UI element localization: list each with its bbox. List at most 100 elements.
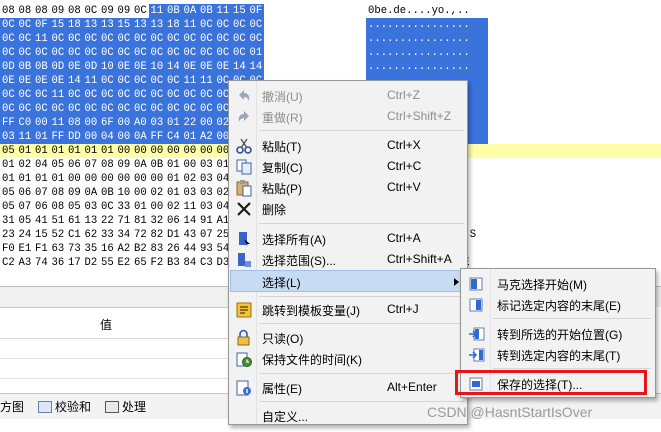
- hex-byte[interactable]: 22: [99, 214, 116, 228]
- hex-byte[interactable]: 0B: [99, 186, 116, 200]
- hex-byte[interactable]: 0C: [148, 88, 165, 102]
- hex-byte[interactable]: 0C: [148, 32, 165, 46]
- hex-byte[interactable]: 06: [66, 158, 83, 172]
- menu-item-cut[interactable]: 粘贴(T) Ctrl+X: [231, 135, 465, 156]
- hex-byte[interactable]: 0C: [198, 88, 215, 102]
- hex-byte[interactable]: 0C: [247, 32, 264, 46]
- hex-byte[interactable]: 52: [50, 228, 67, 242]
- hex-byte[interactable]: 81: [132, 214, 149, 228]
- hex-byte[interactable]: D2: [83, 256, 100, 270]
- hex-byte[interactable]: 0E: [16, 74, 33, 88]
- hex-byte[interactable]: 00: [82, 116, 99, 130]
- hex-byte[interactable]: 09: [116, 158, 133, 172]
- hex-byte[interactable]: 0C: [214, 32, 231, 46]
- menu-item-properties[interactable]: 属性(E) Alt+Enter: [231, 377, 465, 398]
- hex-byte[interactable]: 93: [198, 242, 215, 256]
- hex-byte[interactable]: 74: [33, 256, 50, 270]
- hex-byte[interactable]: 08: [66, 4, 83, 18]
- menu-item-keep-file-time[interactable]: 保持文件的时间(K): [231, 348, 465, 369]
- hex-byte[interactable]: 10: [116, 186, 133, 200]
- hex-byte[interactable]: 00: [149, 172, 166, 186]
- hex-byte[interactable]: 01: [49, 144, 66, 158]
- hex-byte[interactable]: 14: [231, 60, 248, 74]
- hex-byte[interactable]: 01: [165, 172, 182, 186]
- hex-byte[interactable]: 0E: [198, 60, 215, 74]
- hex-byte[interactable]: 11: [148, 4, 165, 18]
- hex-byte[interactable]: 0C: [99, 74, 116, 88]
- hex-byte[interactable]: 00: [132, 172, 149, 186]
- hex-byte[interactable]: 03: [182, 186, 199, 200]
- hex-byte[interactable]: 01: [165, 186, 182, 200]
- hex-byte[interactable]: 08: [33, 4, 50, 18]
- hex-byte[interactable]: 01: [0, 172, 17, 186]
- hex-byte[interactable]: 0C: [181, 32, 198, 46]
- hex-byte[interactable]: 0C: [198, 18, 215, 32]
- hex-byte[interactable]: 11: [198, 74, 215, 88]
- hex-byte[interactable]: 0C: [99, 102, 116, 116]
- hex-byte[interactable]: 08: [99, 158, 116, 172]
- submenu-item-mark-end[interactable]: 标记选定内容的末尾(E): [463, 294, 653, 315]
- hex-byte[interactable]: 0C: [49, 102, 66, 116]
- hex-byte[interactable]: 01: [50, 172, 67, 186]
- hex-byte[interactable]: 18: [66, 18, 83, 32]
- hex-byte[interactable]: F1: [33, 242, 50, 256]
- hex-byte[interactable]: 0C: [66, 88, 83, 102]
- hex-byte[interactable]: 01: [66, 144, 83, 158]
- hex-byte[interactable]: C3: [198, 256, 215, 270]
- hex-byte[interactable]: 32: [149, 214, 166, 228]
- hex-byte[interactable]: 0C: [148, 102, 165, 116]
- hex-byte[interactable]: 00: [116, 172, 133, 186]
- hex-byte[interactable]: 13: [83, 214, 100, 228]
- hex-byte[interactable]: 0C: [148, 46, 165, 60]
- hex-byte[interactable]: 15: [231, 4, 248, 18]
- hex-byte[interactable]: 0C: [82, 88, 99, 102]
- hex-byte[interactable]: 10: [99, 60, 116, 74]
- hex-byte[interactable]: 03: [198, 158, 215, 172]
- hex-byte[interactable]: 0C: [214, 18, 231, 32]
- hex-byte[interactable]: 0E: [181, 60, 198, 74]
- hex-row[interactable]: 0C 0C 0C 0C 0C 0C 0C 0C 0C 0C 0C 0C 0C 0C 0C 01: [0, 46, 356, 60]
- hex-byte[interactable]: 00: [182, 158, 199, 172]
- hex-byte[interactable]: 05: [0, 200, 17, 214]
- hex-byte[interactable]: 13: [148, 18, 165, 32]
- hex-byte[interactable]: 55: [99, 256, 116, 270]
- hex-byte[interactable]: 07: [83, 158, 100, 172]
- hex-byte[interactable]: FF: [49, 130, 66, 144]
- hex-byte[interactable]: 0C: [33, 102, 50, 116]
- hex-byte[interactable]: 0C: [82, 102, 99, 116]
- hex-byte[interactable]: 03: [148, 116, 165, 130]
- hex-byte[interactable]: C1: [66, 228, 83, 242]
- hex-byte[interactable]: 91: [198, 214, 215, 228]
- menu-item-undo[interactable]: 撤消(U) Ctrl+Z: [231, 85, 465, 106]
- hex-byte[interactable]: 02: [165, 200, 182, 214]
- hex-byte[interactable]: 0C: [247, 18, 264, 32]
- hex-byte[interactable]: 10: [148, 60, 165, 74]
- hex-byte[interactable]: C2: [0, 256, 17, 270]
- hex-byte[interactable]: 14: [247, 60, 264, 74]
- hex-byte[interactable]: 14: [165, 60, 182, 74]
- hex-byte[interactable]: 18: [165, 18, 182, 32]
- hex-byte[interactable]: 0C: [165, 32, 182, 46]
- menu-item-select-submenu[interactable]: 选择(L): [230, 270, 466, 292]
- hex-byte[interactable]: 14: [182, 214, 199, 228]
- hex-byte[interactable]: 00: [115, 116, 132, 130]
- hex-byte[interactable]: 35: [83, 242, 100, 256]
- hex-byte[interactable]: 08: [0, 4, 17, 18]
- menu-item-jump-template[interactable]: 跳转到模板变量(J) Ctrl+J: [231, 299, 465, 320]
- tab-checksum[interactable]: 校验和: [38, 398, 91, 415]
- hex-byte[interactable]: 51: [50, 214, 67, 228]
- hex-byte[interactable]: 73: [66, 242, 83, 256]
- hex-byte[interactable]: 01: [33, 130, 50, 144]
- hex-byte[interactable]: 65: [132, 256, 149, 270]
- hex-byte[interactable]: 17: [66, 256, 83, 270]
- hex-byte[interactable]: 0C: [231, 46, 248, 60]
- hex-byte[interactable]: 04: [33, 158, 50, 172]
- hex-byte[interactable]: 08: [66, 116, 83, 130]
- hex-byte[interactable]: 33: [99, 228, 116, 242]
- hex-byte[interactable]: 0C: [181, 46, 198, 60]
- menu-item-select-all[interactable]: 选择所有(A) Ctrl+A: [231, 228, 465, 249]
- hex-byte[interactable]: 72: [132, 228, 149, 242]
- hex-byte[interactable]: 0C: [82, 32, 99, 46]
- submenu-item-mark-start[interactable]: 马克选择开始(M): [463, 273, 653, 294]
- hex-byte[interactable]: 0C: [82, 46, 99, 60]
